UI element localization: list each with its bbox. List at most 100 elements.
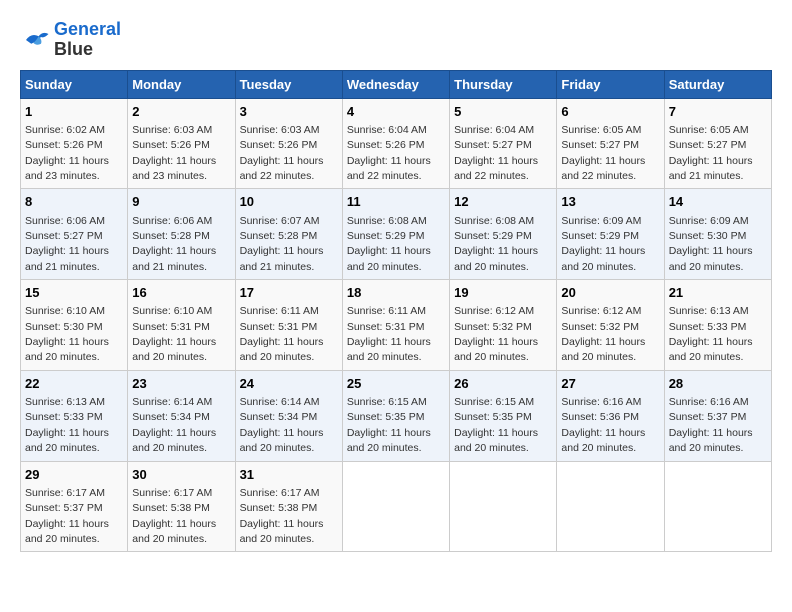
calendar-cell: 16 Sunrise: 6:10 AMSunset: 5:31 PMDaylig… [128,280,235,371]
day-number: 9 [132,193,230,211]
calendar-week-row: 29 Sunrise: 6:17 AMSunset: 5:37 PMDaylig… [21,461,772,552]
calendar-cell: 31 Sunrise: 6:17 AMSunset: 5:38 PMDaylig… [235,461,342,552]
day-info: Sunrise: 6:10 AMSunset: 5:31 PMDaylight:… [132,305,216,363]
day-number: 2 [132,103,230,121]
day-number: 3 [240,103,338,121]
day-number: 8 [25,193,123,211]
day-number: 23 [132,375,230,393]
weekday-header: Saturday [664,70,771,98]
calendar-cell: 13 Sunrise: 6:09 AMSunset: 5:29 PMDaylig… [557,189,664,280]
day-info: Sunrise: 6:05 AMSunset: 5:27 PMDaylight:… [669,124,753,182]
day-info: Sunrise: 6:07 AMSunset: 5:28 PMDaylight:… [240,215,324,273]
day-info: Sunrise: 6:11 AMSunset: 5:31 PMDaylight:… [347,305,431,363]
day-info: Sunrise: 6:17 AMSunset: 5:38 PMDaylight:… [132,487,216,545]
weekday-header: Monday [128,70,235,98]
weekday-header: Wednesday [342,70,449,98]
calendar-cell: 12 Sunrise: 6:08 AMSunset: 5:29 PMDaylig… [450,189,557,280]
day-number: 20 [561,284,659,302]
calendar-week-row: 15 Sunrise: 6:10 AMSunset: 5:30 PMDaylig… [21,280,772,371]
day-number: 26 [454,375,552,393]
calendar-cell: 25 Sunrise: 6:15 AMSunset: 5:35 PMDaylig… [342,370,449,461]
day-info: Sunrise: 6:06 AMSunset: 5:27 PMDaylight:… [25,215,109,273]
day-number: 22 [25,375,123,393]
calendar-cell: 2 Sunrise: 6:03 AMSunset: 5:26 PMDayligh… [128,98,235,189]
calendar-cell: 7 Sunrise: 6:05 AMSunset: 5:27 PMDayligh… [664,98,771,189]
day-info: Sunrise: 6:16 AMSunset: 5:36 PMDaylight:… [561,396,645,454]
day-info: Sunrise: 6:13 AMSunset: 5:33 PMDaylight:… [669,305,753,363]
day-number: 30 [132,466,230,484]
day-number: 14 [669,193,767,211]
calendar-cell: 18 Sunrise: 6:11 AMSunset: 5:31 PMDaylig… [342,280,449,371]
weekday-header: Tuesday [235,70,342,98]
calendar-cell: 26 Sunrise: 6:15 AMSunset: 5:35 PMDaylig… [450,370,557,461]
day-info: Sunrise: 6:10 AMSunset: 5:30 PMDaylight:… [25,305,109,363]
day-info: Sunrise: 6:08 AMSunset: 5:29 PMDaylight:… [347,215,431,273]
day-info: Sunrise: 6:12 AMSunset: 5:32 PMDaylight:… [454,305,538,363]
weekday-header: Thursday [450,70,557,98]
calendar-cell: 1 Sunrise: 6:02 AMSunset: 5:26 PMDayligh… [21,98,128,189]
calendar-cell: 6 Sunrise: 6:05 AMSunset: 5:27 PMDayligh… [557,98,664,189]
day-info: Sunrise: 6:11 AMSunset: 5:31 PMDaylight:… [240,305,324,363]
calendar-cell: 30 Sunrise: 6:17 AMSunset: 5:38 PMDaylig… [128,461,235,552]
day-number: 1 [25,103,123,121]
day-number: 11 [347,193,445,211]
day-number: 24 [240,375,338,393]
day-number: 17 [240,284,338,302]
day-number: 5 [454,103,552,121]
day-number: 21 [669,284,767,302]
logo-text: GeneralBlue [54,20,121,60]
calendar-header-row: SundayMondayTuesdayWednesdayThursdayFrid… [21,70,772,98]
day-info: Sunrise: 6:08 AMSunset: 5:29 PMDaylight:… [454,215,538,273]
calendar-cell [557,461,664,552]
calendar-cell: 5 Sunrise: 6:04 AMSunset: 5:27 PMDayligh… [450,98,557,189]
day-number: 18 [347,284,445,302]
calendar-cell: 8 Sunrise: 6:06 AMSunset: 5:27 PMDayligh… [21,189,128,280]
calendar-week-row: 1 Sunrise: 6:02 AMSunset: 5:26 PMDayligh… [21,98,772,189]
day-number: 7 [669,103,767,121]
calendar-cell: 11 Sunrise: 6:08 AMSunset: 5:29 PMDaylig… [342,189,449,280]
day-info: Sunrise: 6:17 AMSunset: 5:38 PMDaylight:… [240,487,324,545]
day-info: Sunrise: 6:15 AMSunset: 5:35 PMDaylight:… [347,396,431,454]
day-info: Sunrise: 6:17 AMSunset: 5:37 PMDaylight:… [25,487,109,545]
calendar-cell: 15 Sunrise: 6:10 AMSunset: 5:30 PMDaylig… [21,280,128,371]
day-info: Sunrise: 6:03 AMSunset: 5:26 PMDaylight:… [240,124,324,182]
calendar-cell: 4 Sunrise: 6:04 AMSunset: 5:26 PMDayligh… [342,98,449,189]
day-number: 29 [25,466,123,484]
day-info: Sunrise: 6:02 AMSunset: 5:26 PMDaylight:… [25,124,109,182]
calendar-cell: 3 Sunrise: 6:03 AMSunset: 5:26 PMDayligh… [235,98,342,189]
day-number: 15 [25,284,123,302]
day-info: Sunrise: 6:09 AMSunset: 5:30 PMDaylight:… [669,215,753,273]
day-info: Sunrise: 6:09 AMSunset: 5:29 PMDaylight:… [561,215,645,273]
logo: GeneralBlue [20,20,121,60]
day-info: Sunrise: 6:14 AMSunset: 5:34 PMDaylight:… [132,396,216,454]
day-info: Sunrise: 6:13 AMSunset: 5:33 PMDaylight:… [25,396,109,454]
logo-icon [20,25,50,55]
calendar-cell: 29 Sunrise: 6:17 AMSunset: 5:37 PMDaylig… [21,461,128,552]
day-number: 16 [132,284,230,302]
day-info: Sunrise: 6:03 AMSunset: 5:26 PMDaylight:… [132,124,216,182]
calendar-cell: 24 Sunrise: 6:14 AMSunset: 5:34 PMDaylig… [235,370,342,461]
day-info: Sunrise: 6:15 AMSunset: 5:35 PMDaylight:… [454,396,538,454]
day-number: 4 [347,103,445,121]
calendar-cell: 20 Sunrise: 6:12 AMSunset: 5:32 PMDaylig… [557,280,664,371]
calendar-table: SundayMondayTuesdayWednesdayThursdayFrid… [20,70,772,553]
calendar-cell: 23 Sunrise: 6:14 AMSunset: 5:34 PMDaylig… [128,370,235,461]
weekday-header: Friday [557,70,664,98]
calendar-cell: 19 Sunrise: 6:12 AMSunset: 5:32 PMDaylig… [450,280,557,371]
calendar-cell [664,461,771,552]
day-number: 12 [454,193,552,211]
calendar-cell: 9 Sunrise: 6:06 AMSunset: 5:28 PMDayligh… [128,189,235,280]
day-number: 27 [561,375,659,393]
day-number: 31 [240,466,338,484]
day-info: Sunrise: 6:06 AMSunset: 5:28 PMDaylight:… [132,215,216,273]
day-info: Sunrise: 6:04 AMSunset: 5:27 PMDaylight:… [454,124,538,182]
weekday-header: Sunday [21,70,128,98]
day-info: Sunrise: 6:14 AMSunset: 5:34 PMDaylight:… [240,396,324,454]
calendar-cell [342,461,449,552]
day-info: Sunrise: 6:05 AMSunset: 5:27 PMDaylight:… [561,124,645,182]
calendar-cell: 17 Sunrise: 6:11 AMSunset: 5:31 PMDaylig… [235,280,342,371]
calendar-cell: 28 Sunrise: 6:16 AMSunset: 5:37 PMDaylig… [664,370,771,461]
day-info: Sunrise: 6:16 AMSunset: 5:37 PMDaylight:… [669,396,753,454]
day-number: 19 [454,284,552,302]
day-number: 6 [561,103,659,121]
